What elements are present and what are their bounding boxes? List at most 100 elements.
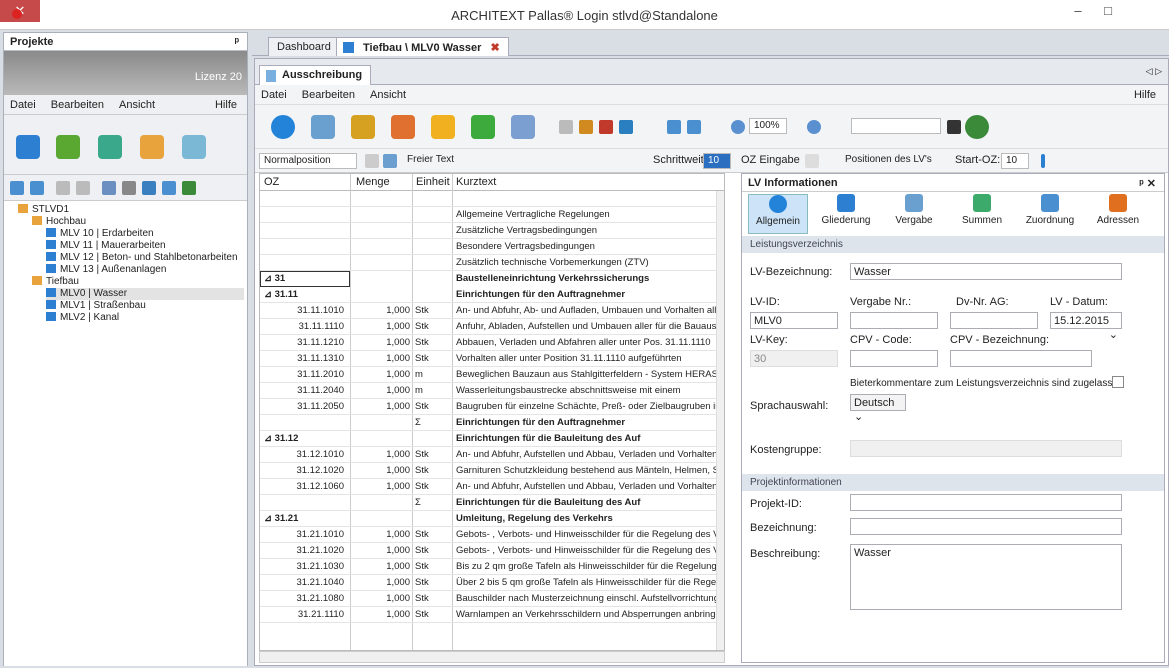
tab-allgemein[interactable]: Allgemein: [748, 194, 808, 234]
oz-eingabe-label[interactable]: OZ Eingabe: [741, 154, 800, 166]
tree-item[interactable]: Hochbau: [32, 216, 86, 228]
menu-hilfe[interactable]: Hilfe: [209, 95, 243, 115]
menu-ansicht[interactable]: Ansicht: [113, 95, 161, 115]
col-menge[interactable]: Menge: [356, 176, 390, 188]
globe-icon[interactable]: [965, 115, 989, 139]
info-icon[interactable]: [271, 115, 295, 139]
outdent-icon[interactable]: [30, 181, 44, 195]
binoculars-icon[interactable]: [947, 120, 961, 134]
menu-ansicht[interactable]: Ansicht: [364, 85, 412, 105]
tree-item[interactable]: MLV 10 | Erdarbeiten: [46, 228, 154, 240]
col-einheit[interactable]: Einheit: [416, 176, 450, 188]
start-oz-select[interactable]: 10: [1001, 153, 1029, 169]
menu-hilfe[interactable]: Hilfe: [1128, 85, 1162, 105]
table-row[interactable]: [260, 191, 716, 207]
table-row[interactable]: 31.11.1310 1,000 Stk Vorhalten aller unter …: [260, 351, 716, 367]
menu-datei[interactable]: Datei: [255, 85, 293, 105]
tab-gliederung[interactable]: Gliederung: [816, 194, 876, 226]
table-icon[interactable]: [365, 154, 379, 168]
table-row[interactable]: Besondere Vertragsbedingungen: [260, 239, 716, 255]
table-row[interactable]: 31.21.1080 1,000 Stk Bauschilder nach Muste…: [260, 591, 718, 607]
zoom-select[interactable]: 100%: [749, 118, 787, 134]
tab-dashboard[interactable]: Dashboard: [268, 37, 340, 56]
vertical-scrollbar[interactable]: [716, 191, 724, 650]
tree-item[interactable]: MLV2 | Kanal: [46, 312, 119, 324]
text-type-select[interactable]: Freier Text: [403, 153, 649, 169]
lv-datum-field[interactable]: 15.12.2015 ⌄: [1050, 312, 1122, 341]
helmet-icon[interactable]: [431, 115, 455, 139]
tab-ausschreibung[interactable]: Ausschreibung: [259, 65, 372, 85]
settings-icon[interactable]: [122, 181, 136, 195]
list-icon[interactable]: [351, 115, 375, 139]
table-row[interactable]: ⊿ 31.11 Einrichtungen für den Auftragnehm…: [260, 287, 716, 303]
tree-item[interactable]: MLV 12 | Beton- und Stahlbetonarbeiten: [46, 252, 238, 264]
table-row[interactable]: 31.12.1010 1,000 Stk An- und Abfuhr, Aufste…: [260, 447, 718, 463]
find-icon[interactable]: [311, 115, 335, 139]
table-row[interactable]: 31.12.1060 1,000 Stk An- und Abfuhr, Aufste…: [260, 479, 718, 495]
menu-datei[interactable]: Datei: [4, 95, 42, 115]
table-row[interactable]: ⊿ 31 Baustelleneinrichtung Verkehrssicher…: [260, 271, 649, 287]
positions-select[interactable]: Positionen des LV's: [841, 153, 945, 169]
table-row[interactable]: 31.21.1020 1,000 Stk Gebots- , Verbots- und…: [260, 543, 718, 559]
cpv-bez-field[interactable]: [950, 350, 1092, 367]
minimize-button[interactable]: –: [1064, 1, 1092, 23]
cpv-code-field[interactable]: [850, 350, 938, 367]
tab-zuordnung[interactable]: Zuordnung: [1020, 194, 1080, 226]
pin-close-icons[interactable]: ᵖ ✕: [1139, 177, 1156, 190]
tree-item[interactable]: STLVD1: [18, 204, 69, 216]
globe-icon[interactable]: [182, 181, 196, 195]
horizontal-scrollbar[interactable]: [259, 651, 725, 663]
zoom-in-icon[interactable]: [731, 120, 745, 134]
table-row[interactable]: 31.21.1110 1,000 Stk Warnlampen an Verkehrs…: [260, 607, 718, 623]
down-arrow-icon[interactable]: [1041, 154, 1045, 168]
table-row[interactable]: 31.11.1110 1,000 Stk Anfuhr, Abladen, Aufst…: [260, 319, 718, 335]
table-row[interactable]: ⊿ 31.21 Umleitung, Regelung des Verkehrs: [260, 511, 716, 527]
table-row[interactable]: Σ Einrichtungen für den Auftragnehmer: [260, 415, 716, 431]
menu-bearbeiten[interactable]: Bearbeiten: [296, 85, 361, 105]
dv-nr-field[interactable]: [950, 312, 1038, 329]
schrittweite-select[interactable]: 10: [703, 153, 731, 169]
indent-icon[interactable]: [667, 120, 681, 134]
check-icon[interactable]: [471, 115, 495, 139]
copy-icon[interactable]: [56, 181, 70, 195]
indent-icon[interactable]: [10, 181, 24, 195]
table-row[interactable]: 31.21.1010 1,000 Stk Gebots- , Verbots- und…: [260, 527, 718, 543]
link-icon[interactable]: [162, 181, 176, 195]
table-row[interactable]: Zusätzliche Vertragsbedingungen: [260, 223, 716, 239]
tab-adressen[interactable]: Adressen: [1088, 194, 1148, 226]
new-project-icon[interactable]: [16, 135, 40, 159]
paste-icon[interactable]: [579, 120, 593, 134]
delete-icon[interactable]: [599, 120, 613, 134]
bieter-checkbox[interactable]: [1112, 376, 1124, 388]
table-row[interactable]: 31.11.1010 1,000 Stk An- und Abfuhr, Ab- un…: [260, 303, 718, 319]
menu-bearbeiten[interactable]: Bearbeiten: [45, 95, 110, 115]
maximize-button[interactable]: □: [1094, 1, 1122, 23]
col-kurztext[interactable]: Kurztext: [456, 176, 496, 188]
search-field[interactable]: [851, 118, 941, 134]
table-row[interactable]: Zusätzlich technische Vorbemerkungen (ZT…: [260, 255, 716, 271]
copy-icon[interactable]: [559, 120, 573, 134]
col-oz[interactable]: OZ: [264, 176, 279, 188]
beschreibung-field[interactable]: Wasser: [850, 544, 1122, 610]
outdent-icon[interactable]: [687, 120, 701, 134]
table-row[interactable]: 31.21.1040 1,000 Stk Über 2 bis 5 qm große …: [260, 575, 718, 591]
tree-item[interactable]: MLV1 | Straßenbau: [46, 300, 146, 312]
search-icon[interactable]: [102, 181, 116, 195]
table-row[interactable]: 31.11.2040 1,000 m Wasserleitungsbaustrecke…: [260, 383, 716, 399]
close-tab-icon[interactable]: ✖: [490, 42, 499, 54]
tree-item-selected[interactable]: MLV0 | Wasser: [46, 288, 244, 300]
vergabe-nr-field[interactable]: [850, 312, 938, 329]
tree-item[interactable]: Tiefbau: [32, 276, 79, 288]
table-row[interactable]: ⊿ 31.12 Einrichtungen für die Bauleitung …: [260, 431, 716, 447]
sprache-select[interactable]: Deutsch ⌄: [850, 394, 906, 423]
bezeichnung-field[interactable]: [850, 518, 1122, 535]
view-icon[interactable]: [98, 135, 122, 159]
tab-vergabe[interactable]: Vergabe: [884, 194, 944, 226]
zoom-out-icon[interactable]: [807, 120, 821, 134]
puzzle-icon[interactable]: [391, 115, 415, 139]
tree-item[interactable]: MLV 13 | Außenanlagen: [46, 264, 166, 276]
table-row[interactable]: 31.11.2010 1,000 m Beweglichen Bauzaun aus …: [260, 367, 718, 383]
lv-id-field[interactable]: MLV0: [750, 312, 838, 329]
tree-item[interactable]: MLV 11 | Mauerarbeiten: [46, 240, 166, 252]
table-row[interactable]: 31.12.1020 1,000 Stk Garnituren Schutzkleid…: [260, 463, 718, 479]
